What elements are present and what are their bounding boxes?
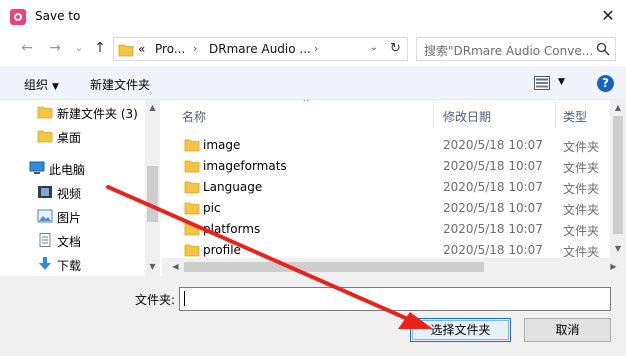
file-type: 文件夹 xyxy=(563,140,600,154)
sidebar-item-label: 图片 xyxy=(57,211,82,225)
file-type: 文件夹 xyxy=(563,182,600,196)
file-row[interactable]: platforms 2020/5/18 10:07 文件夹 xyxy=(162,218,610,239)
sidebar-item-label: 文档 xyxy=(57,235,82,249)
file-row[interactable]: profile 2020/5/18 10:07 文件夹 xyxy=(162,239,610,258)
file-type: 文件夹 xyxy=(563,161,600,175)
window-title: Save to xyxy=(35,9,81,23)
folder-icon xyxy=(184,139,200,152)
scroll-left-arrow-icon[interactable]: ◀ xyxy=(168,262,183,271)
file-row[interactable]: Language 2020/5/18 10:07 文件夹 xyxy=(162,176,610,197)
sidebar-item-label: 下载 xyxy=(57,259,82,273)
file-name: Language xyxy=(203,180,263,194)
column-header-label: 修改日期 xyxy=(443,110,492,124)
scrollbar-thumb[interactable] xyxy=(147,166,158,222)
file-date: 2020/5/18 10:07 xyxy=(443,201,543,215)
breadcrumb-separator[interactable]: › xyxy=(314,42,318,55)
computer-icon xyxy=(29,161,45,174)
file-name: imageformats xyxy=(203,159,287,173)
folder-icon xyxy=(184,202,200,215)
scroll-up-arrow-icon[interactable]: ▲ xyxy=(610,103,626,112)
select-folder-button[interactable]: 选择文件夹 xyxy=(410,318,511,342)
file-list: ^ 名称 修改日期 类型 image 2020/5/18 10:07 文件夹 i… xyxy=(162,100,610,258)
organize-button[interactable]: 组织 ▼ xyxy=(24,76,59,93)
folder-icon xyxy=(37,130,53,143)
file-date: 2020/5/18 10:07 xyxy=(443,180,543,194)
document-icon xyxy=(39,233,51,247)
focus-ring xyxy=(412,320,509,340)
scroll-down-arrow-icon[interactable]: ▼ xyxy=(145,262,160,271)
file-type: 文件夹 xyxy=(563,245,600,258)
folder-icon xyxy=(184,244,200,257)
file-date: 2020/5/18 10:07 xyxy=(443,159,543,173)
file-list-horizontal-scrollbar[interactable]: ◀ ▶ xyxy=(162,258,626,276)
file-row[interactable]: pic 2020/5/18 10:07 文件夹 xyxy=(162,197,610,218)
file-date: 2020/5/18 10:07 xyxy=(443,243,543,257)
folder-icon xyxy=(37,106,53,119)
search-icon xyxy=(596,42,610,56)
navigation-pane: 新建文件夹 (3) 桌面 此电脑 视频 图片 文档 下载 xyxy=(0,100,160,276)
column-header-date[interactable]: 修改日期 xyxy=(434,100,554,130)
folder-icon xyxy=(184,160,200,173)
view-dropdown-icon[interactable]: ▼ xyxy=(558,77,565,87)
app-icon xyxy=(10,9,26,25)
back-button[interactable]: ← xyxy=(18,39,36,57)
column-header-type[interactable]: 类型 xyxy=(556,100,610,130)
folder-icon xyxy=(184,223,200,236)
sidebar-item-label: 新建文件夹 (3) xyxy=(57,107,138,121)
scroll-up-arrow-icon[interactable]: ▲ xyxy=(145,103,160,112)
sidebar-item-label: 此电脑 xyxy=(49,163,86,177)
title-bar: Save to ✕ xyxy=(0,0,626,32)
command-toolbar: 组织 ▼ 新建文件夹 ▼ ? xyxy=(0,66,626,100)
column-header-label: 类型 xyxy=(563,110,588,124)
forward-button[interactable]: → xyxy=(46,39,64,57)
column-header-label: 名称 xyxy=(182,110,207,124)
video-icon xyxy=(38,186,52,198)
breadcrumb-item[interactable]: DRmare Audio ... xyxy=(209,42,311,56)
sidebar-item-label: 视频 xyxy=(57,187,82,201)
file-list-vertical-scrollbar[interactable]: ▲ ▼ xyxy=(610,100,626,258)
sidebar-item-label: 桌面 xyxy=(57,131,82,145)
file-name: image xyxy=(203,138,241,152)
recent-locations-dropdown[interactable]: ⌄ xyxy=(70,39,88,57)
folder-input[interactable] xyxy=(179,287,611,311)
help-icon[interactable]: ? xyxy=(597,75,614,92)
chevron-down-icon: ▼ xyxy=(52,82,59,92)
breadcrumb-separator[interactable]: › xyxy=(193,42,197,55)
search-placeholder: 搜索"DRmare Audio Conve... xyxy=(424,44,594,58)
file-name: platforms xyxy=(203,222,261,236)
navigation-bar: ← → ⌄ ↑ « Pro... › DRmare Audio ... › ⌄ … xyxy=(0,32,626,66)
scroll-right-arrow-icon[interactable]: ▶ xyxy=(606,262,621,271)
file-row[interactable]: image 2020/5/18 10:07 文件夹 xyxy=(162,134,610,155)
file-name: profile xyxy=(203,243,241,257)
up-button[interactable]: ↑ xyxy=(91,39,109,57)
close-button[interactable]: ✕ xyxy=(596,4,620,28)
organize-label: 组织 xyxy=(24,78,49,92)
footer-panel: 文件夹: 选择文件夹 取消 xyxy=(0,276,626,356)
picture-icon xyxy=(37,209,53,223)
file-date: 2020/5/18 10:07 xyxy=(443,222,543,236)
view-options-icon[interactable] xyxy=(534,76,550,90)
column-header-name[interactable]: 名称 xyxy=(162,100,432,130)
cancel-button[interactable]: 取消 xyxy=(524,318,611,342)
folder-icon xyxy=(184,181,200,194)
navigation-scrollbar[interactable]: ▲ ▼ xyxy=(145,100,160,276)
new-folder-button[interactable]: 新建文件夹 xyxy=(90,76,150,93)
address-dropdown-icon[interactable]: ⌄ xyxy=(364,37,384,61)
refresh-button[interactable]: ↻ xyxy=(384,37,408,61)
breadcrumb-prefix[interactable]: « xyxy=(138,42,145,56)
text-caret xyxy=(184,291,185,306)
scroll-down-arrow-icon[interactable]: ▼ xyxy=(610,244,626,253)
download-icon xyxy=(39,257,51,270)
file-type: 文件夹 xyxy=(563,224,600,238)
file-type: 文件夹 xyxy=(563,203,600,217)
scrollbar-thumb[interactable] xyxy=(613,116,623,234)
search-box[interactable]: 搜索"DRmare Audio Conve... xyxy=(416,37,616,61)
file-name: pic xyxy=(203,201,221,215)
folder-icon xyxy=(118,44,134,57)
breadcrumb-item[interactable]: Pro... xyxy=(155,42,185,56)
folder-field-label: 文件夹: xyxy=(135,293,176,307)
file-date: 2020/5/18 10:07 xyxy=(443,138,543,152)
file-row[interactable]: imageformats 2020/5/18 10:07 文件夹 xyxy=(162,155,610,176)
scrollbar-thumb[interactable] xyxy=(184,262,484,272)
